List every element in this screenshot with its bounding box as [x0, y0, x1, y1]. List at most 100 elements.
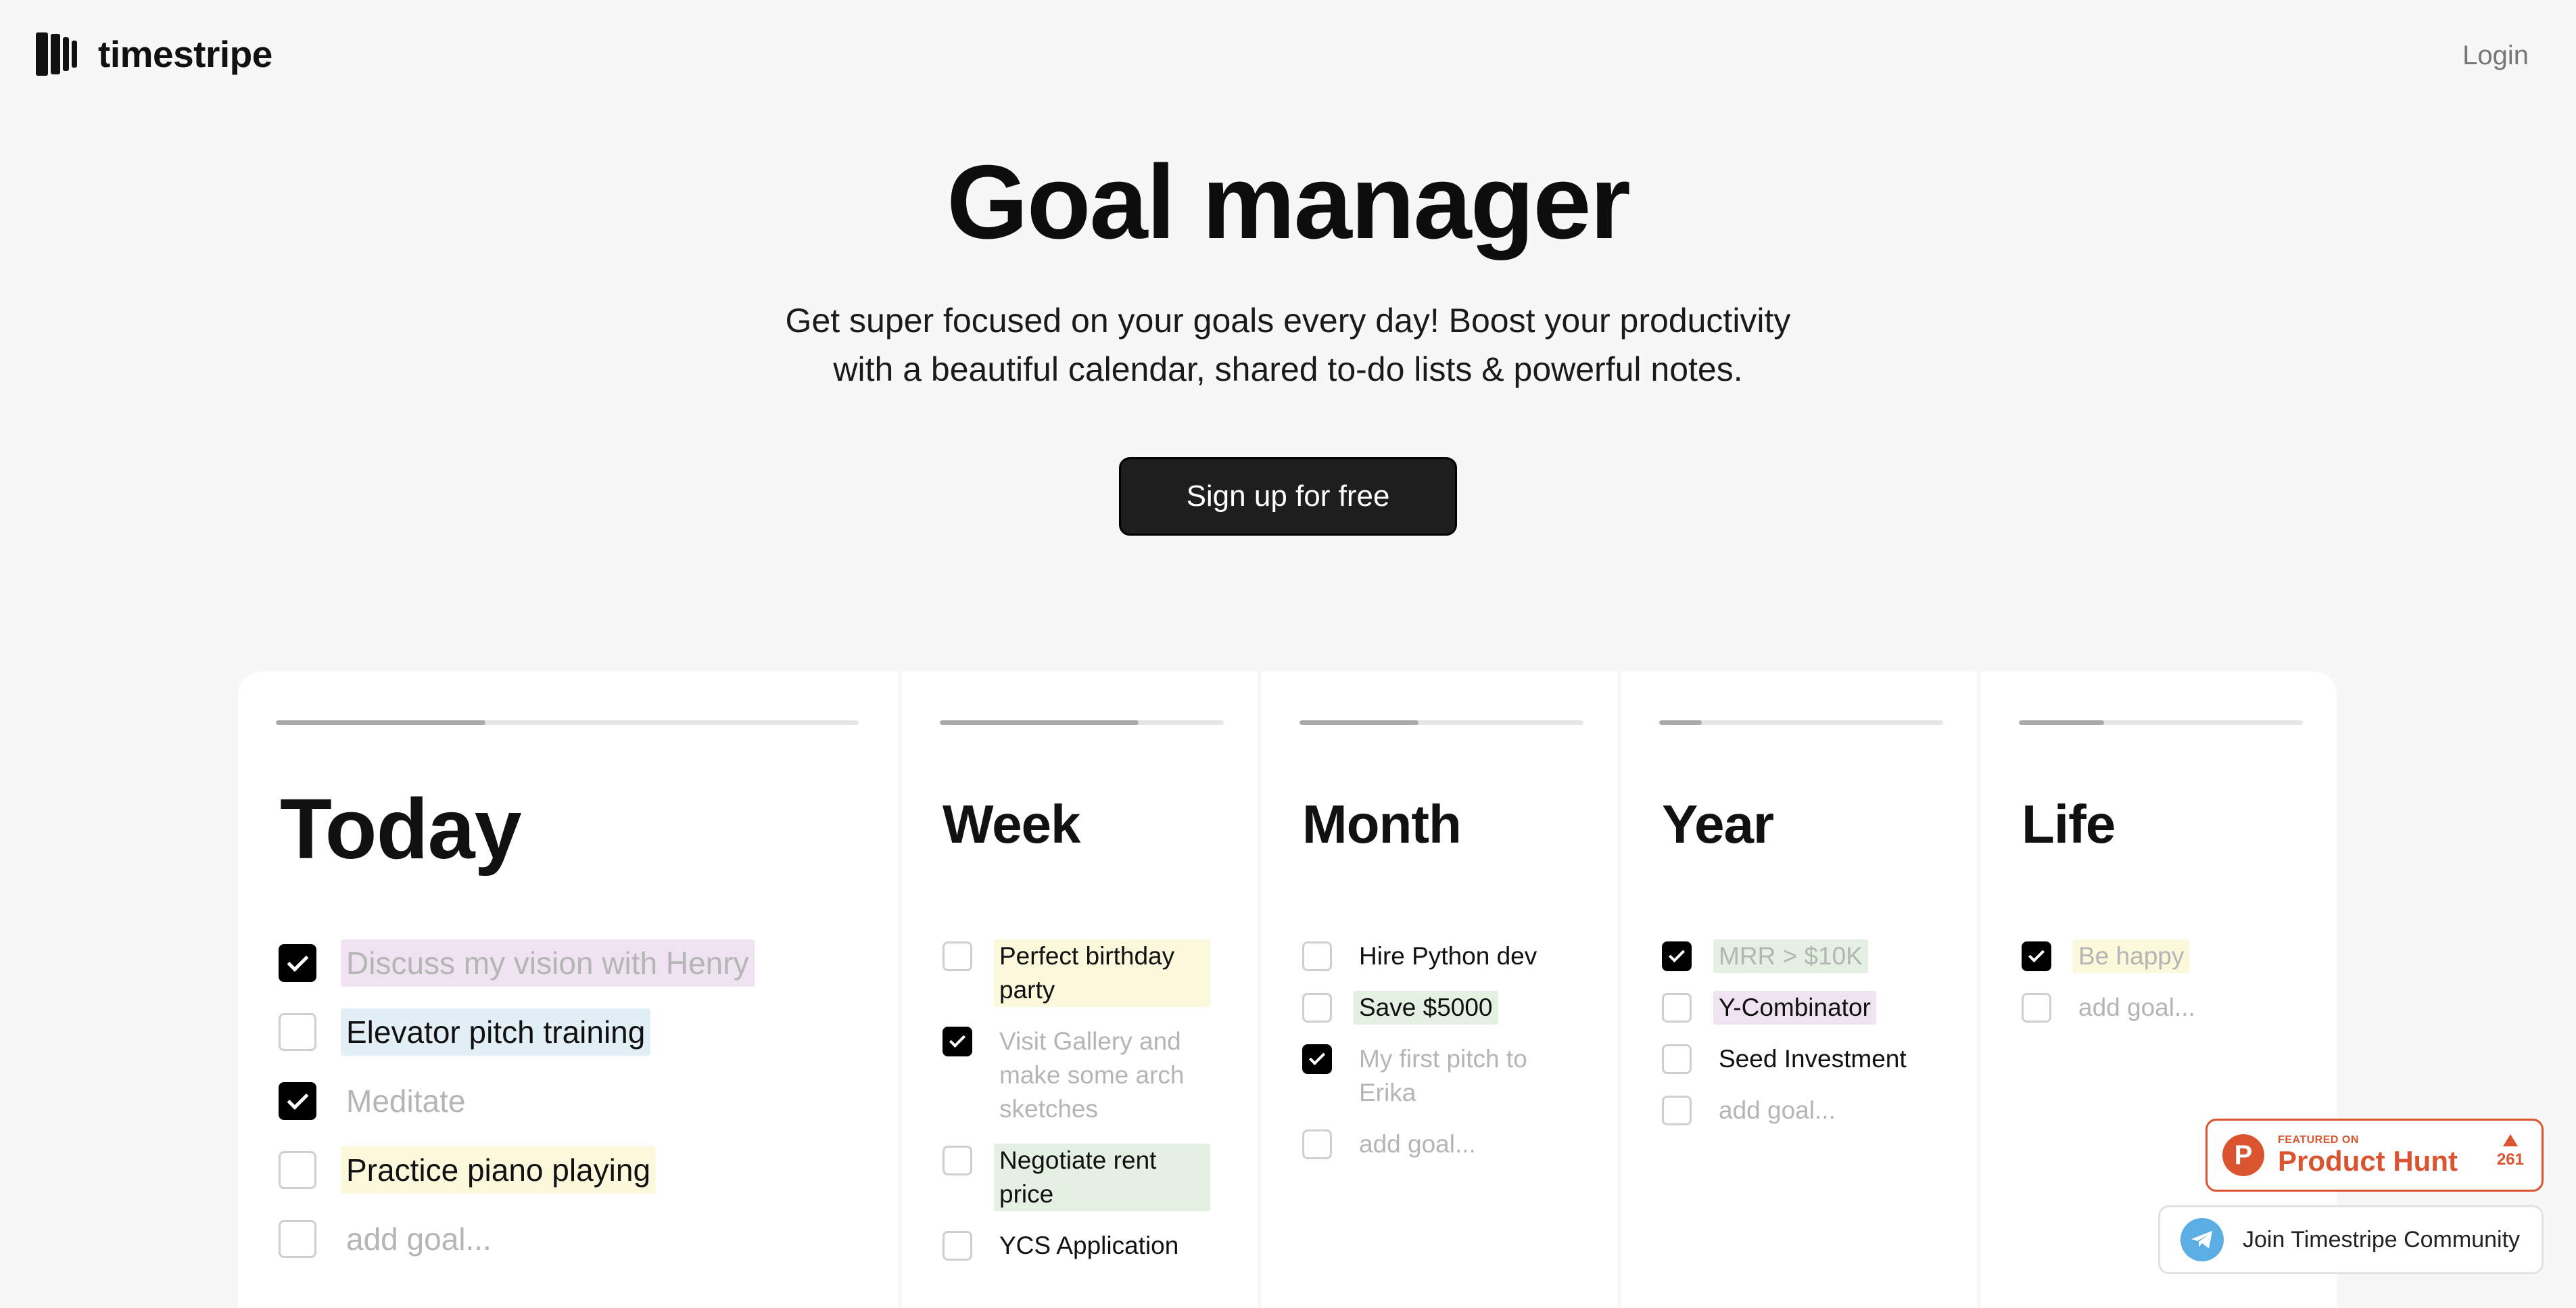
goal-text[interactable]: Save $5000 [1354, 991, 1498, 1025]
goal-text[interactable]: Discuss my vision with Henry [341, 939, 755, 987]
goal-item: YCS Application [943, 1229, 1210, 1263]
checkbox[interactable] [279, 1151, 316, 1189]
column-title: Week [943, 794, 1081, 854]
goal-text[interactable]: Be happy [2073, 939, 2190, 973]
goal-list: Perfect birthday party Visit Gallery and … [943, 939, 1210, 1280]
goal-text[interactable]: YCS Application [994, 1229, 1184, 1263]
column-title: Life [2022, 794, 2116, 854]
goal-item: Be happy [2022, 939, 2201, 973]
progress-bar [1659, 720, 1943, 725]
checkbox-checked[interactable] [279, 944, 316, 982]
column-title: Year [1662, 794, 1774, 854]
add-goal-input[interactable]: add goal... [1713, 1094, 1841, 1127]
goal-item: MRR > $10K [1662, 939, 1912, 973]
goal-item: My first pitch to Erika [1302, 1042, 1570, 1110]
checkbox[interactable] [279, 1220, 316, 1258]
column-today: Today Discuss my vision with Henry Elevat… [238, 672, 898, 1308]
telegram-icon [2180, 1218, 2224, 1261]
goal-item: Seed Investment [1662, 1042, 1912, 1076]
progress-fill [1299, 720, 1419, 725]
add-goal-item: add goal... [1302, 1127, 1570, 1161]
goal-item: Elevator pitch training [279, 1008, 755, 1056]
checkbox-checked[interactable] [279, 1082, 316, 1120]
goal-list: Hire Python dev Save $5000 My first pitch … [1302, 939, 1570, 1179]
checkbox[interactable] [279, 1013, 316, 1051]
column-year: Year MRR > $10K Y-Combinator Seed Investme… [1621, 672, 1977, 1308]
goal-board: Today Discuss my vision with Henry Elevat… [238, 672, 2338, 1308]
goal-item: Y-Combinator [1662, 991, 1912, 1025]
goal-item: Discuss my vision with Henry [279, 939, 755, 987]
checkbox[interactable] [1662, 1044, 1692, 1074]
goal-text[interactable]: Hire Python dev [1354, 939, 1542, 973]
timestripe-logo-icon [36, 31, 80, 77]
checkbox[interactable] [1662, 1096, 1692, 1125]
brand-logo[interactable]: timestripe [36, 31, 272, 77]
add-goal-input[interactable]: add goal... [341, 1215, 497, 1263]
checkbox[interactable] [1662, 993, 1692, 1023]
goal-list: MRR > $10K Y-Combinator Seed Investment add… [1662, 939, 1912, 1145]
product-hunt-badge[interactable]: P FEATURED ON Product Hunt 261 [2205, 1119, 2544, 1192]
goal-text[interactable]: Meditate [341, 1077, 471, 1125]
brand-name: timestripe [98, 33, 272, 75]
hero-subtitle-line-1: Get super focused on your goals every da… [785, 302, 1791, 340]
progress-fill [1659, 720, 1702, 725]
progress-bar [940, 720, 1224, 725]
checkbox[interactable] [943, 1146, 972, 1175]
checkbox-checked[interactable] [2022, 941, 2051, 971]
add-goal-input[interactable]: add goal... [2073, 991, 2201, 1025]
goal-text[interactable]: Visit Gallery and make some arch sketche… [994, 1025, 1210, 1126]
goal-list: Discuss my vision with Henry Elevator pit… [279, 939, 755, 1284]
goal-item: Visit Gallery and make some arch sketche… [943, 1025, 1210, 1126]
progress-bar [1299, 720, 1583, 725]
progress-bar [2019, 720, 2303, 725]
checkbox-checked[interactable] [943, 1027, 972, 1056]
hero-subtitle-line-2: with a beautiful calendar, shared to-do … [833, 350, 1743, 388]
column-month: Month Hire Python dev Save $5000 My first … [1262, 672, 1617, 1308]
column-title: Today [280, 781, 522, 877]
join-community-label: Join Timestripe Community [2243, 1226, 2521, 1253]
product-hunt-icon: P [2222, 1134, 2264, 1176]
progress-fill [940, 720, 1139, 725]
checkbox[interactable] [1302, 941, 1332, 971]
add-goal-item: add goal... [2022, 991, 2201, 1025]
column-week: Week Perfect birthday party Visit Gallery… [902, 672, 1258, 1308]
goal-text[interactable]: Practice piano playing [341, 1146, 657, 1194]
goal-list: Be happy add goal... [2022, 939, 2201, 1042]
product-hunt-label: Product Hunt [2278, 1145, 2458, 1177]
page-title: Goal manager [947, 143, 1631, 260]
checkbox-checked[interactable] [1302, 1044, 1332, 1074]
goal-item: Save $5000 [1302, 991, 1570, 1025]
signup-button[interactable]: Sign up for free [1119, 457, 1457, 536]
vote-count-number: 261 [2496, 1150, 2524, 1169]
goal-text[interactable]: Perfect birthday party [994, 939, 1210, 1007]
progress-fill [276, 720, 486, 725]
add-goal-input[interactable]: add goal... [1354, 1127, 1481, 1161]
hero-subtitle: Get super focused on your goals every da… [0, 296, 2576, 394]
add-goal-item: add goal... [279, 1215, 755, 1263]
checkbox[interactable] [1302, 993, 1332, 1023]
add-goal-item: add goal... [1662, 1094, 1912, 1127]
checkbox[interactable] [943, 1231, 972, 1261]
goal-item: Negotiate rent price [943, 1144, 1210, 1211]
goal-item: Meditate [279, 1077, 755, 1125]
checkbox[interactable] [943, 941, 972, 971]
checkbox[interactable] [1302, 1129, 1332, 1159]
progress-bar [276, 720, 859, 725]
goal-item: Perfect birthday party [943, 939, 1210, 1007]
goal-item: Practice piano playing [279, 1146, 755, 1194]
checkbox-checked[interactable] [1662, 941, 1692, 971]
vote-count: 261 [2497, 1134, 2524, 1169]
goal-text[interactable]: MRR > $10K [1713, 939, 1868, 973]
column-title: Month [1302, 794, 1462, 854]
goal-text[interactable]: Seed Investment [1713, 1042, 1912, 1076]
goal-text[interactable]: My first pitch to Erika [1354, 1042, 1570, 1110]
goal-text[interactable]: Negotiate rent price [994, 1144, 1210, 1211]
goal-item: Hire Python dev [1302, 939, 1570, 973]
progress-fill [2019, 720, 2104, 725]
goal-text[interactable]: Y-Combinator [1713, 991, 1876, 1025]
upvote-arrow-icon [2502, 1134, 2518, 1146]
login-link[interactable]: Login [2462, 41, 2529, 71]
goal-text[interactable]: Elevator pitch training [341, 1008, 651, 1056]
checkbox[interactable] [2022, 993, 2051, 1023]
join-community-button[interactable]: Join Timestripe Community [2158, 1205, 2544, 1274]
